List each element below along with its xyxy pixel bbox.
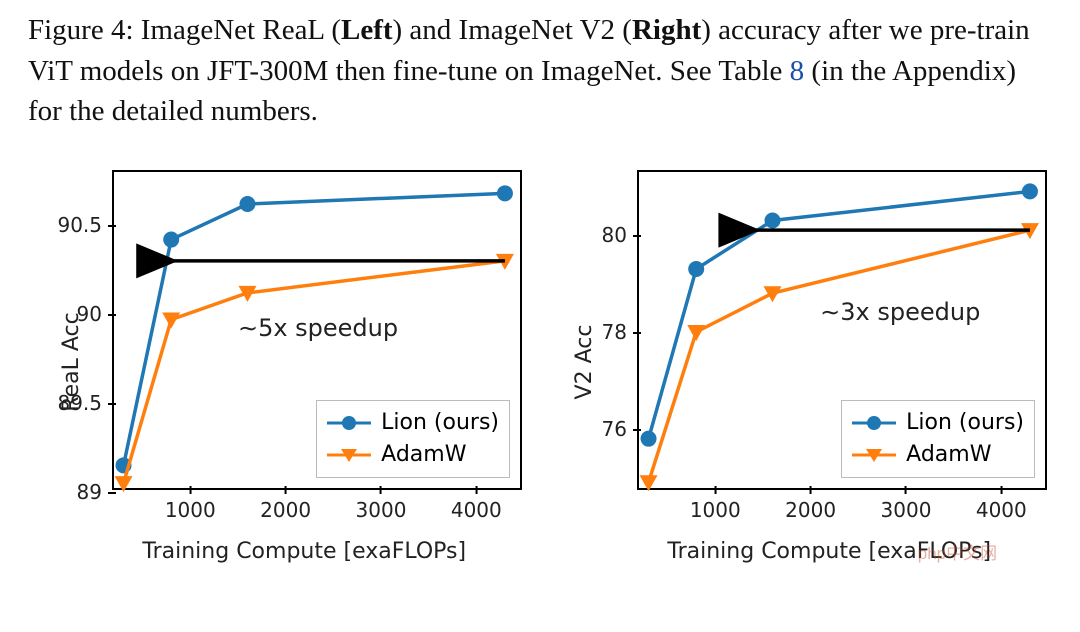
ylabel-right: V2 Acc	[572, 324, 597, 399]
legend-left: Lion (ours) AdamW	[316, 400, 510, 478]
ytick: 89.5	[57, 391, 114, 415]
data-point-circle	[641, 430, 657, 446]
legend-label-lion: Lion (ours)	[906, 410, 1024, 435]
xtick: 3000	[356, 488, 407, 522]
ytick: 90.5	[57, 213, 114, 237]
xlabel-right: Training Compute [exaFLOPs] php中文网	[667, 539, 991, 564]
data-point-circle	[688, 261, 704, 277]
legend-label-lion: Lion (ours)	[381, 410, 499, 435]
legend-item-adamw: AdamW	[852, 439, 1024, 471]
legend-item-adamw: AdamW	[327, 439, 499, 471]
data-point-triangle	[115, 476, 133, 492]
plot-area-right: ∼3x speedup Lion (ours) AdamW	[637, 170, 1047, 490]
speedup-annotation-right: ∼3x speedup	[820, 298, 980, 326]
ytick: 76	[602, 417, 639, 441]
legend-label-adamw: AdamW	[381, 442, 466, 467]
plot-area-left: ∼5x speedup Lion (ours) AdamW	[112, 170, 522, 490]
legend-item-lion: Lion (ours)	[852, 407, 1024, 439]
data-point-circle	[764, 212, 780, 228]
caption-bold-left: Left	[341, 14, 393, 46]
caption-bold-right: Right	[632, 14, 701, 46]
legend-marker-adamw	[327, 443, 371, 467]
speedup-annotation-left: ∼5x speedup	[238, 314, 398, 342]
data-point-circle	[239, 196, 255, 212]
ytick: 80	[602, 223, 639, 247]
table-ref-link[interactable]: 8	[790, 55, 805, 87]
watermark: php中文网	[918, 539, 997, 564]
data-point-circle	[163, 231, 179, 247]
legend-item-lion: Lion (ours)	[327, 407, 499, 439]
legend-marker-lion	[327, 411, 371, 435]
chart-real-acc: ReaL Acc Training Compute [exaFLOPs] ∼5x…	[32, 162, 527, 562]
chart-v2-acc: V2 Acc Training Compute [exaFLOPs] php中文…	[557, 162, 1052, 562]
data-point-circle	[497, 185, 513, 201]
ytick: 89	[77, 480, 114, 504]
xtick: 2000	[785, 488, 836, 522]
data-point-triangle	[162, 312, 180, 328]
xtick: 1000	[690, 488, 741, 522]
data-point-triangle	[763, 286, 781, 302]
legend-label-adamw: AdamW	[906, 442, 991, 467]
legend-marker-lion	[852, 411, 896, 435]
xtick: 3000	[881, 488, 932, 522]
xtick: 2000	[260, 488, 311, 522]
data-point-triangle	[640, 475, 658, 491]
legend-marker-adamw	[852, 443, 896, 467]
ytick: 78	[602, 320, 639, 344]
figure-caption: Figure 4: ImageNet ReaL (Left) and Image…	[28, 10, 1052, 132]
xtick: 4000	[976, 488, 1027, 522]
xtick: 1000	[165, 488, 216, 522]
xtick: 4000	[451, 488, 502, 522]
caption-text: ) and ImageNet V2 (	[393, 14, 632, 46]
legend-right: Lion (ours) AdamW	[841, 400, 1035, 478]
xlabel-left: Training Compute [exaFLOPs]	[142, 539, 466, 564]
caption-text: Figure 4: ImageNet ReaL (	[28, 14, 341, 46]
data-point-triangle	[687, 325, 705, 341]
charts-row: ReaL Acc Training Compute [exaFLOPs] ∼5x…	[28, 162, 1052, 562]
ytick: 90	[77, 302, 114, 326]
data-point-circle	[1022, 183, 1038, 199]
